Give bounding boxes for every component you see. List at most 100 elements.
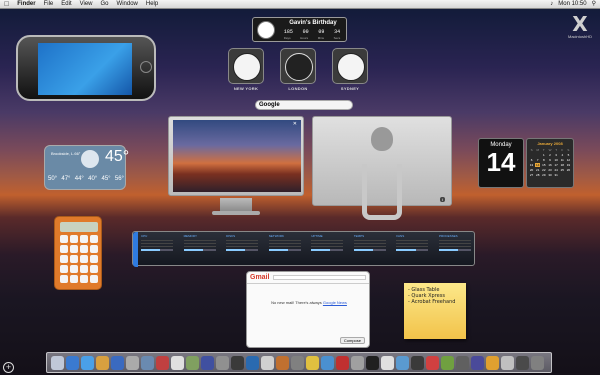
calculator-key[interactable] (90, 255, 98, 263)
dock-app-icon[interactable] (336, 355, 349, 370)
birthday-countdown-widget[interactable]: Gavin's Birthday 185 00 09 34 Days Hours… (252, 17, 347, 42)
dock-app-icon[interactable] (141, 355, 154, 370)
google-search-widget[interactable]: Google (255, 100, 353, 110)
calculator-key[interactable] (90, 275, 98, 283)
menu-go[interactable]: Go (101, 0, 109, 9)
world-clock-london[interactable]: LONDON (280, 48, 316, 92)
dock-app-icon[interactable] (516, 355, 529, 370)
world-clock-new-york[interactable]: NEW YORK (228, 48, 264, 92)
calendar-day-cell: 7 (536, 158, 539, 162)
dock-app-icon[interactable] (426, 355, 439, 370)
dock-app-icon[interactable] (486, 355, 499, 370)
dock-app-icon[interactable] (366, 355, 379, 370)
menu-edit[interactable]: Edit (61, 0, 71, 9)
calculator-key[interactable] (70, 245, 78, 253)
istat-pro-widget[interactable]: CPU MEMORY DISKS NETWORK UPTIME TEMPS FANS PROC… (132, 231, 475, 267)
dock-app-icon[interactable] (231, 355, 244, 370)
istat-section-title: TEMPS (353, 234, 365, 238)
dock-app-icon[interactable] (186, 355, 199, 370)
istat-usage-bar (141, 249, 173, 251)
gmail-widget[interactable]: Gmail No new mail! There's always Google… (246, 271, 370, 348)
calculator-key[interactable] (80, 235, 88, 243)
calculator-key[interactable] (80, 275, 88, 283)
calendar-day-cell: 25 (560, 168, 564, 172)
dock-app-icon[interactable] (96, 355, 109, 370)
calculator-key[interactable] (80, 265, 88, 273)
dock-app-icon[interactable] (111, 355, 124, 370)
close-icon[interactable]: ✕ (293, 121, 297, 127)
menu-finder[interactable]: Finder (17, 0, 35, 9)
calculator-widget[interactable] (54, 216, 102, 290)
istat-section-title: NETWORK (268, 234, 285, 238)
istat-section-title: PROCESSES (438, 234, 458, 238)
calculator-key[interactable] (70, 235, 78, 243)
world-clock-sydney[interactable]: SYDNEY (332, 48, 368, 92)
calculator-key[interactable] (80, 245, 88, 253)
calculator-display (60, 222, 98, 232)
istat-section-title: DISKS (226, 234, 236, 238)
calendar-day-cell: 23 (548, 168, 552, 172)
dock-app-icon[interactable] (291, 355, 304, 370)
dock-app-icon[interactable] (201, 355, 214, 370)
dock-app-icon[interactable] (321, 355, 334, 370)
dock-app-icon[interactable] (411, 355, 424, 370)
slideshow-monitor-widget[interactable]: ✕ (168, 116, 304, 218)
gmail-search-input[interactable] (273, 275, 366, 280)
add-widget-button[interactable]: + (3, 362, 14, 373)
calculator-key[interactable] (90, 245, 98, 253)
dock-app-icon[interactable] (171, 355, 184, 370)
iphone-widget[interactable] (16, 35, 156, 101)
dock-app-icon[interactable] (351, 355, 364, 370)
weather-widget[interactable]: Brookside, L.66° 45° 50° 47° 44° 40° 45°… (44, 145, 129, 190)
apple-menu-icon[interactable]:  (4, 0, 9, 9)
calculator-key[interactable] (70, 255, 78, 263)
forecast-temp: 45° (101, 176, 111, 182)
spotlight-icon[interactable]: ⚲ (592, 0, 596, 9)
calculator-key[interactable] (60, 245, 68, 253)
dock-app-icon[interactable] (276, 355, 289, 370)
dock-app-icon[interactable] (471, 355, 484, 370)
dock-app-icon[interactable] (381, 355, 394, 370)
volume-icon[interactable]: ♪ (550, 0, 553, 9)
calculator-key[interactable] (70, 275, 78, 283)
calculator-key[interactable] (90, 235, 98, 243)
compose-button[interactable]: Compose (339, 337, 365, 344)
dock-app-icon[interactable] (81, 355, 94, 370)
unit-days: Days (283, 36, 291, 40)
calendar-day-cell: 10 (554, 158, 558, 162)
dock-app-icon[interactable] (501, 355, 514, 370)
calendar-widget[interactable]: Monday 14 January 2008 SMTWTFS1234567891… (478, 138, 574, 188)
cinema-display-back-widget[interactable]: i (312, 116, 452, 226)
calculator-key[interactable] (70, 265, 78, 273)
dock-app-icon[interactable] (456, 355, 469, 370)
calendar-day-cell: 14 (535, 163, 541, 167)
calendar-day-cell: 27 (529, 173, 534, 177)
unit-secs: Secs (333, 36, 341, 40)
sticky-note-widget[interactable]: - Glass Table - Quark Xpress - Acrobat F… (404, 283, 466, 339)
info-button[interactable]: i (440, 197, 445, 202)
google-news-link[interactable]: Google News (323, 300, 347, 305)
istat-section: TEMPS (353, 234, 386, 251)
dock-app-icon[interactable] (396, 355, 409, 370)
dock-app-icon[interactable] (66, 355, 79, 370)
calculator-key[interactable] (80, 255, 88, 263)
menubar-clock[interactable]: Mon 10:50 (558, 0, 586, 9)
dock-app-icon[interactable] (531, 355, 544, 370)
dock-app-icon[interactable] (216, 355, 229, 370)
dock-app-icon[interactable] (246, 355, 259, 370)
menu-view[interactable]: View (80, 0, 93, 9)
dock-app-icon[interactable] (126, 355, 139, 370)
menu-help[interactable]: Help (146, 0, 158, 9)
dock-app-icon[interactable] (261, 355, 274, 370)
menu-file[interactable]: File (44, 0, 54, 9)
calculator-key[interactable] (60, 265, 68, 273)
calculator-key[interactable] (90, 265, 98, 273)
dock-app-icon[interactable] (306, 355, 319, 370)
dock-app-icon[interactable] (441, 355, 454, 370)
calculator-key[interactable] (60, 255, 68, 263)
dock-app-icon[interactable] (51, 355, 64, 370)
menu-window[interactable]: Window (117, 0, 138, 9)
calculator-key[interactable] (60, 275, 68, 283)
dock-app-icon[interactable] (156, 355, 169, 370)
calculator-key[interactable] (60, 235, 68, 243)
